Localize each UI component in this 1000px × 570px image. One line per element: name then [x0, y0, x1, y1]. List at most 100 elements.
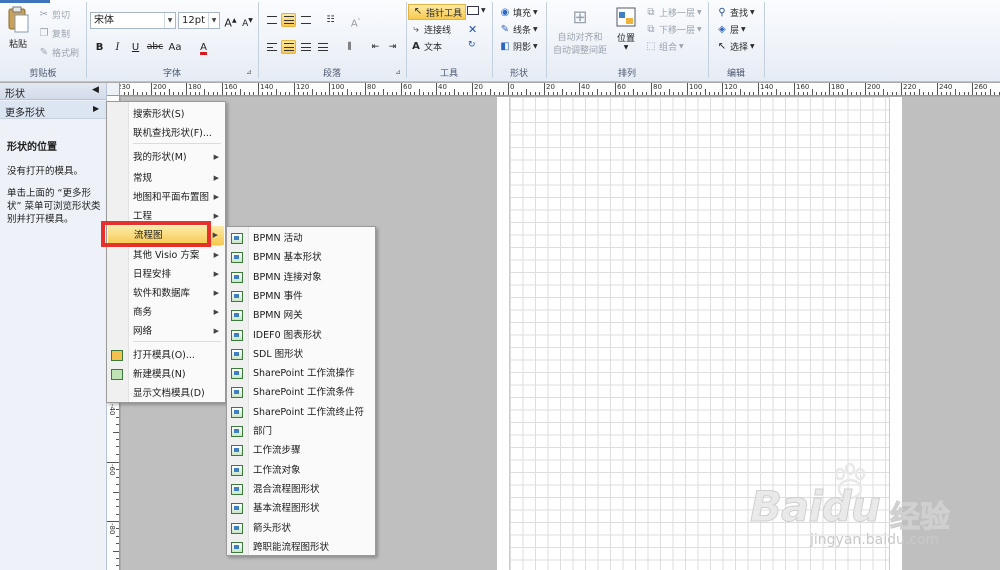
stencil-item[interactable]: BPMN 连接对象 [227, 268, 375, 287]
increase-indent-button[interactable]: ⇥ [385, 40, 400, 54]
bring-forward-button[interactable]: ⧉ 上移一层 ▼ [645, 6, 702, 20]
stencil-item[interactable]: 箭头形状 [227, 519, 375, 538]
stencil-item[interactable]: SharePoint 工作流条件 [227, 383, 375, 402]
stencil-item[interactable]: 工作流步骤 [227, 441, 375, 460]
copy-button[interactable]: ❐ 复制 [38, 27, 71, 41]
chevron-down-icon: ▼ [697, 9, 702, 16]
ruler-tick [116, 536, 119, 537]
cut-button[interactable]: ✂ 剪切 [38, 8, 70, 22]
align-bottom-button[interactable] [298, 13, 313, 27]
connector-tool-button[interactable]: ⤷ 连接线 [410, 23, 451, 37]
menu-item-maps-floor-plans[interactable]: 地图和平面布置图 ▶ [107, 188, 225, 207]
ruler-tick [959, 92, 960, 95]
collapse-left-icon[interactable]: ◀ [92, 85, 99, 95]
ruler-tick [347, 89, 348, 95]
paste-button[interactable]: 粘贴 [4, 6, 32, 60]
select-button[interactable]: ↖ 选择 ▼ [716, 40, 755, 54]
format-painter-button[interactable]: ✎ 格式刷 [38, 46, 79, 60]
ruler-tick [116, 477, 119, 478]
decrease-indent-button[interactable]: ⇤ [368, 40, 383, 54]
grow-font-button[interactable]: A▲ [223, 13, 238, 30]
menu-item-software-database[interactable]: 软件和数据库 ▶ [107, 284, 225, 303]
ruler-tick [267, 92, 268, 95]
text-direction-button[interactable]: ⫼ [342, 40, 357, 54]
menu-item-new-stencil[interactable]: 新建模具(N) [107, 365, 225, 384]
stencil-item[interactable]: BPMN 基本形状 [227, 248, 375, 267]
ruler-tick [116, 558, 119, 559]
stencil-item-label: BPMN 基本形状 [253, 252, 322, 264]
stencil-item[interactable]: SharePoint 工作流操作 [227, 364, 375, 383]
fill-button[interactable]: ◉ 填充 ▼ [499, 6, 538, 20]
font-color-button[interactable]: A [196, 40, 211, 55]
menu-item-general[interactable]: 常规 ▶ [107, 169, 225, 188]
font-size-select[interactable]: 12pt ▼ [178, 12, 220, 29]
bold-button[interactable]: B [92, 40, 107, 55]
menu-item-business[interactable]: 商务 ▶ [107, 303, 225, 322]
ruler-tick [116, 454, 119, 455]
dialog-launcher-icon[interactable]: ⊿ [246, 68, 252, 76]
menu-item-other-visio-solutions[interactable]: 其他 Visio 方案 ▶ [107, 246, 225, 265]
stencil-icon [231, 329, 243, 341]
chevron-down-icon: ▼ [679, 43, 684, 50]
chevron-right-icon: ▶ [213, 212, 219, 220]
ruler-tick [253, 92, 254, 95]
stencil-item[interactable]: 工作流对象 [227, 461, 375, 480]
pointer-tool-button[interactable]: ↖ 指针工具 [408, 4, 467, 20]
auto-align-button[interactable]: ⊞ 自动对齐和 自动调整间距 [552, 6, 608, 56]
shadow-icon: ◧ [500, 40, 510, 52]
rectangle-tool-button[interactable]: ▼ [467, 6, 486, 15]
stencil-item[interactable]: 部门 [227, 422, 375, 441]
menu-item-network[interactable]: 网络 ▶ [107, 322, 225, 341]
stencil-item[interactable]: BPMN 活动 [227, 229, 375, 248]
layers-button[interactable]: ◈ 层 ▼ [716, 23, 746, 37]
shadow-button[interactable]: ◧ 阴影 ▼ [499, 40, 537, 54]
menu-item-open-stencil[interactable]: 打开模具(O)... [107, 346, 225, 365]
shrink-font-button[interactable]: A▼ [240, 13, 255, 29]
change-case-button[interactable]: Aa [166, 40, 184, 55]
stencil-item[interactable]: BPMN 事件 [227, 287, 375, 306]
menu-item-label: 日程安排 [133, 269, 172, 280]
ruler-tick [113, 492, 119, 493]
menu-item-find-shapes-online[interactable]: 联机查找形状(F)... [107, 124, 225, 143]
superscript-button[interactable]: A¹ [348, 13, 363, 29]
italic-button[interactable]: I [110, 40, 125, 55]
stencil-item[interactable]: 基本流程图形状 [227, 499, 375, 518]
dialog-launcher-icon[interactable]: ⊿ [395, 68, 401, 76]
line-button[interactable]: ✎ 线条 ▼ [499, 23, 538, 37]
underline-button[interactable]: U [128, 40, 143, 55]
menu-item-schedule[interactable]: 日程安排 ▶ [107, 265, 225, 284]
paint-bucket-icon: ◉ [500, 6, 510, 18]
menu-item-my-shapes[interactable]: 我的形状(M) ▶ [107, 148, 225, 167]
menu-item-show-document-stencil[interactable]: 显示文档模具(D) [107, 384, 225, 403]
ruler-tick [303, 92, 304, 95]
justify-button[interactable] [315, 40, 330, 54]
align-right-button[interactable] [298, 40, 313, 54]
ruler-tick [155, 92, 156, 95]
ruler-tick [485, 92, 486, 95]
send-backward-button[interactable]: ⧉ 下移一层 ▼ [645, 23, 701, 37]
position-button[interactable]: 位置 ▼ [612, 6, 640, 51]
more-shapes-button[interactable]: 更多形状 ▶ [0, 101, 106, 119]
align-top-button[interactable] [264, 13, 279, 27]
ruler-tick [481, 92, 482, 95]
text-tool-button[interactable]: A 文本 [410, 40, 442, 54]
stencil-item[interactable]: SharePoint 工作流终止符 [227, 403, 375, 422]
stencil-item[interactable]: 跨职能流程图形状 [227, 538, 375, 557]
group-button[interactable]: ⬚ 组合 ▼ [645, 40, 684, 54]
ruler-tick [378, 92, 379, 95]
align-left-button[interactable] [264, 40, 279, 54]
menu-item-search-shapes[interactable]: 搜索形状(S) [107, 105, 225, 124]
stencil-item[interactable]: 混合流程图形状 [227, 480, 375, 499]
stencil-item[interactable]: SDL 图形状 [227, 345, 375, 364]
align-center-button[interactable] [281, 40, 296, 54]
strikethrough-button[interactable]: abc [146, 40, 164, 55]
stencil-item[interactable]: BPMN 网关 [227, 306, 375, 325]
bullets-button[interactable]: ☷ [323, 13, 338, 27]
ruler-tick [571, 92, 572, 95]
rotate-button[interactable]: ↻ [468, 40, 476, 50]
find-button[interactable]: ⚲ 查找 ▼ [716, 6, 754, 20]
close-shape-button[interactable]: ✕ [468, 23, 477, 36]
align-middle-button[interactable] [281, 13, 296, 27]
stencil-item[interactable]: IDEF0 图表形状 [227, 326, 375, 345]
font-family-select[interactable]: 宋体 ▼ [90, 12, 176, 29]
